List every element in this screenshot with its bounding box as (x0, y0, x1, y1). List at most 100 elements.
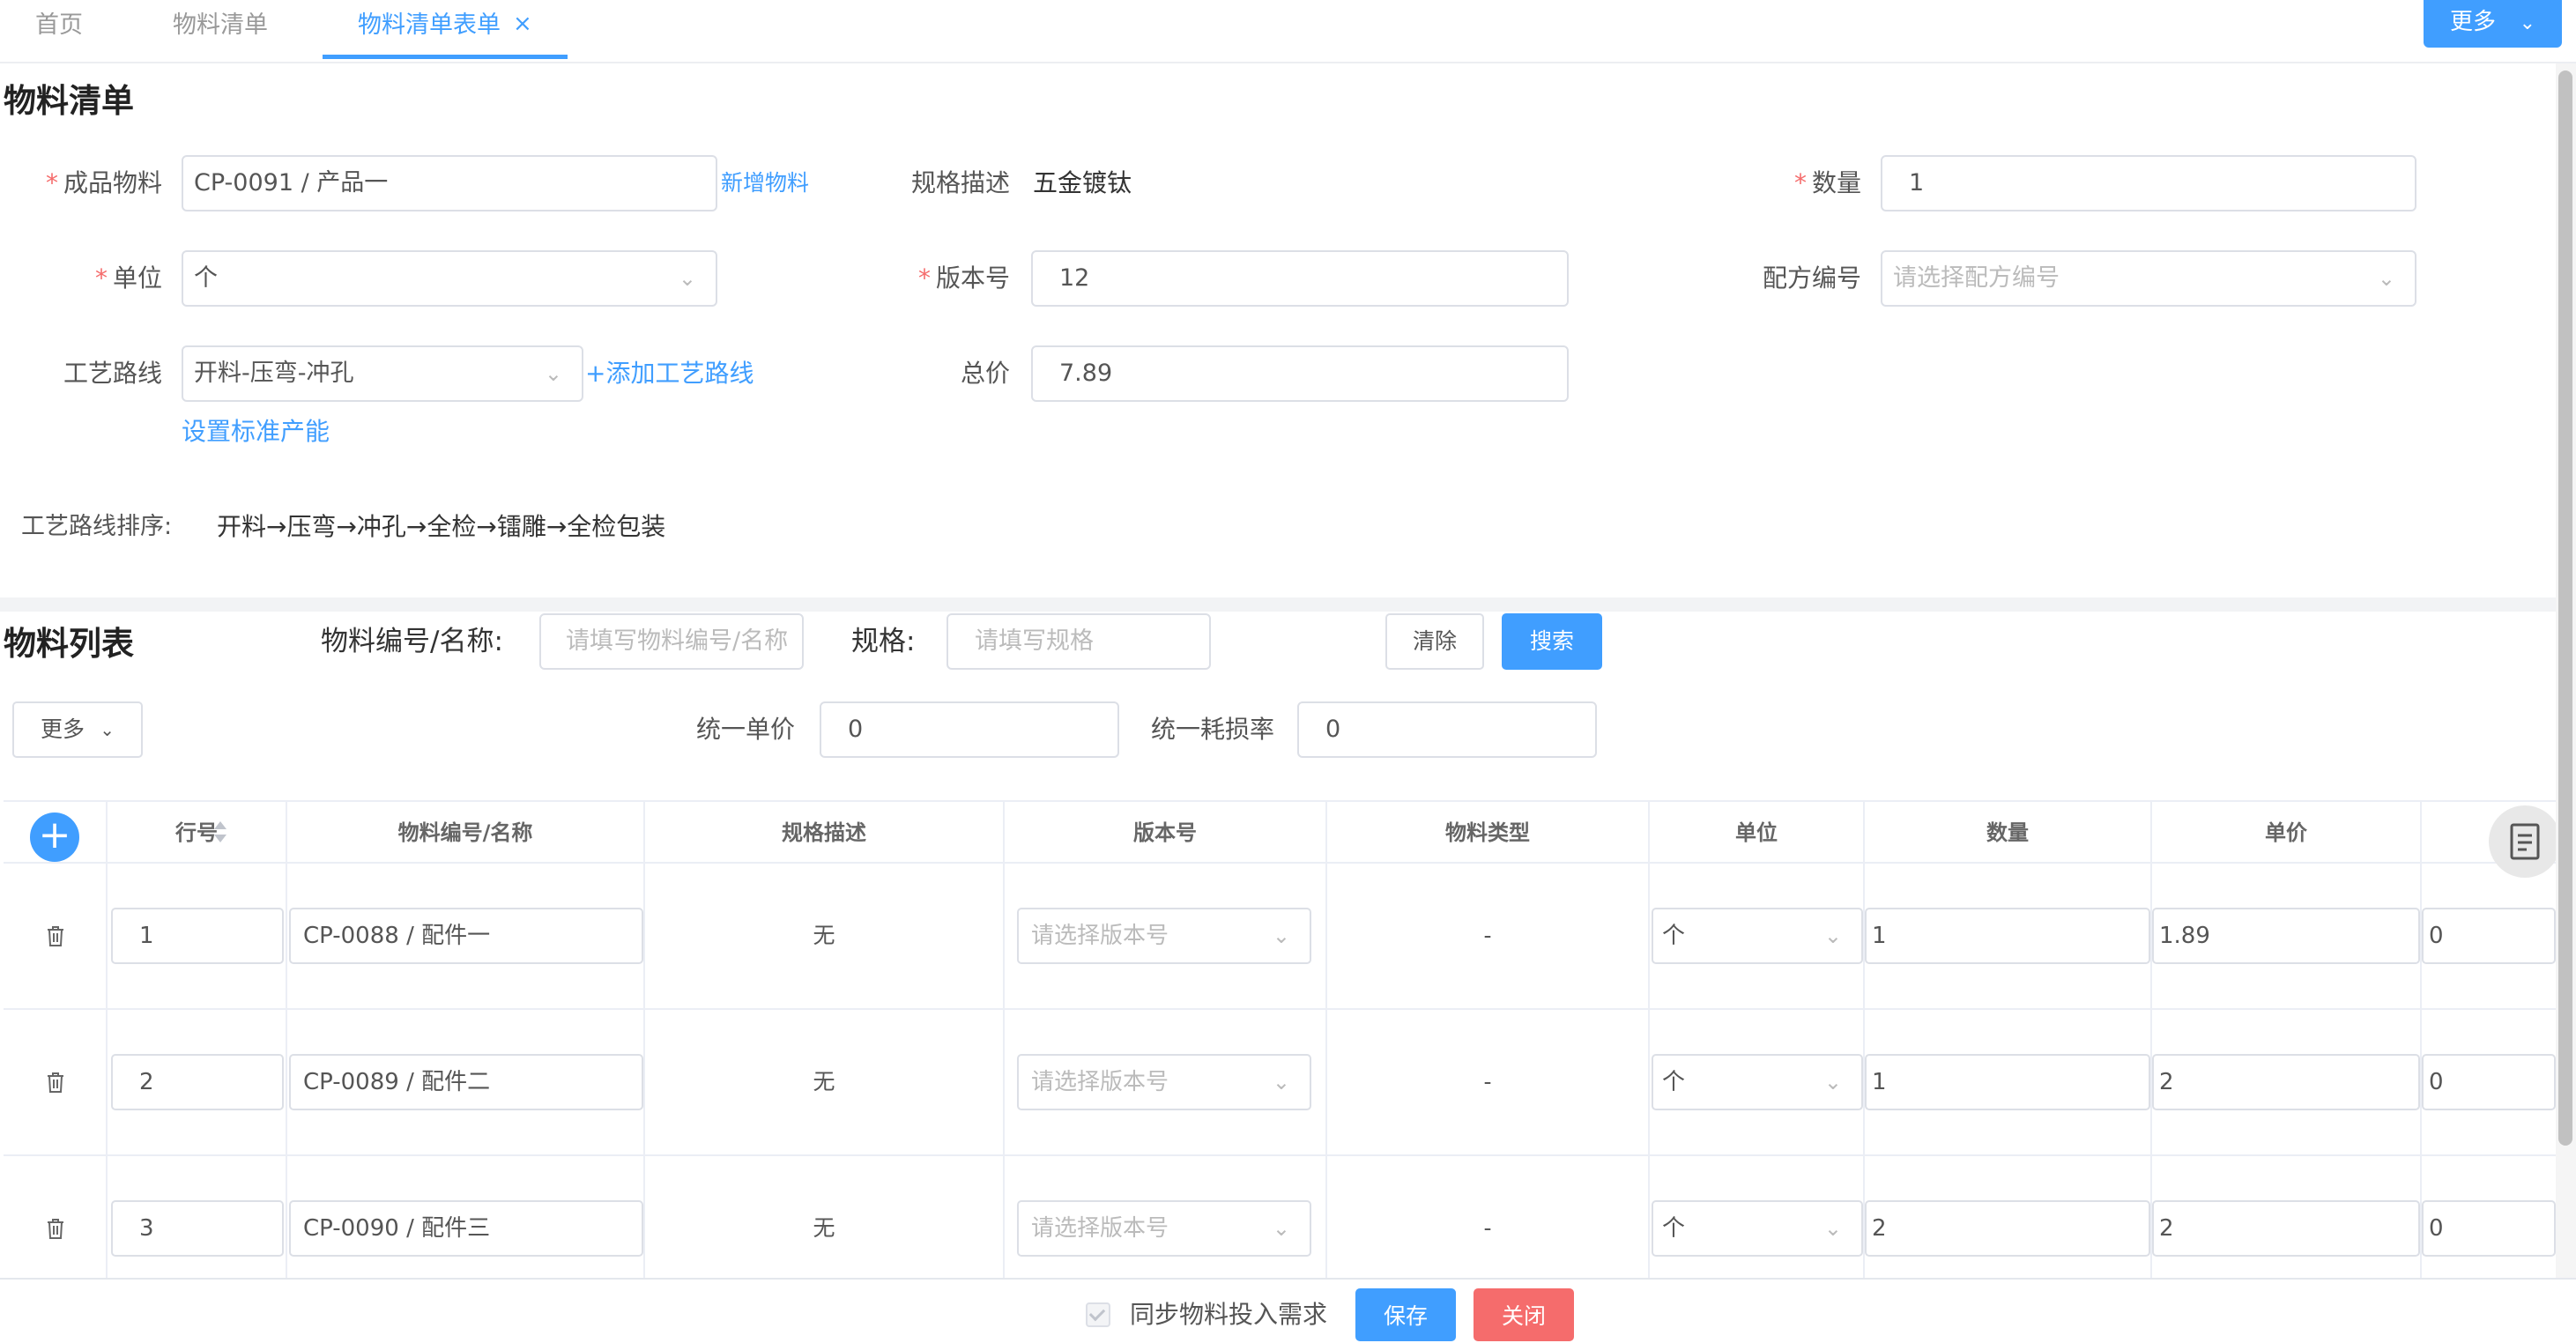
tab-bom-list[interactable]: 物料清单 (173, 0, 268, 63)
clear-button[interactable]: 清除 (1385, 613, 1484, 670)
search-button[interactable]: 搜索 (1502, 613, 1602, 670)
list-more-button[interactable]: 更多 ⌄ (12, 701, 143, 758)
extra-input[interactable]: 0 (2422, 1054, 2556, 1110)
trash-icon[interactable] (44, 1070, 67, 1094)
add-material-link[interactable]: 新增物料 (721, 157, 809, 210)
sync-label: 同步物料投入需求 (1130, 1300, 1328, 1329)
material-list-title: 物料列表 (4, 625, 134, 663)
header-qty: 数量 (1865, 802, 2152, 864)
trash-icon[interactable] (44, 924, 67, 948)
table-row: 1 CP-0088 / 配件一 无 请选择版本号 ⌄ - 个 ⌄ 1 1.89 … (4, 864, 2556, 1010)
trash-icon[interactable] (44, 1216, 67, 1241)
line-no-cell: 2 (108, 1010, 287, 1154)
spec-value: 无 (813, 923, 835, 948)
qty-input[interactable]: 1 (1865, 908, 2150, 964)
unit-select-value: 个 (1662, 923, 1686, 949)
unit-select[interactable]: 个 ⌄ (1652, 1054, 1863, 1110)
section-divider (0, 597, 2556, 612)
more-menu-label: 更多 (2450, 9, 2497, 35)
extra-input[interactable]: 0 (2422, 1200, 2556, 1257)
formula-select[interactable]: 请选择配方编号 ⌄ (1881, 250, 2416, 307)
table-header: 行号 物料编号/名称 规格描述 版本号 物料类型 单位 数量 单价 (4, 800, 2556, 864)
unit-select[interactable]: 个 ⌄ (1652, 1200, 1863, 1257)
route-select-value: 开料-压弯-冲孔 (194, 360, 354, 387)
active-tab-indicator (323, 55, 568, 59)
code-input[interactable]: CP-0088 / 配件一 (289, 908, 643, 964)
spec-value: 五金镀钛 (1033, 168, 1132, 197)
price-input[interactable]: 1.89 (2152, 908, 2420, 964)
sync-checkbox[interactable] (1086, 1302, 1110, 1327)
line-no-cell: 1 (108, 864, 287, 1008)
std-capacity-link[interactable]: 设置标准产能 (182, 405, 330, 458)
price-input[interactable]: 2 (2152, 1054, 2420, 1110)
version-select[interactable]: 请选择版本号 ⌄ (1017, 908, 1311, 964)
chevron-down-icon: ⌄ (1823, 1070, 1842, 1094)
version-select[interactable]: 请选择版本号 ⌄ (1017, 1054, 1311, 1110)
unit-cell: 个 ⌄ (1650, 864, 1865, 1008)
header-line-no[interactable]: 行号 (108, 802, 287, 864)
chevron-down-icon: ⌄ (1272, 1070, 1290, 1094)
tab-bar: 首页 物料清单 物料清单表单 × 更多 ⌄ (0, 0, 2576, 63)
row-action-cell (4, 864, 108, 1008)
version-label-text: 版本号 (935, 263, 1010, 293)
loss-rate-input[interactable]: 0 (1297, 701, 1597, 758)
product-label-text: 成品物料 (63, 168, 162, 197)
required-mark: * (917, 263, 931, 293)
required-mark: * (45, 168, 58, 197)
extra-input[interactable]: 0 (2422, 908, 2556, 964)
type-value: - (1483, 923, 1492, 948)
unit-select[interactable]: 个 ⌄ (1652, 908, 1863, 964)
version-select-placeholder: 请选择版本号 (1031, 1215, 1169, 1242)
unit-price-input[interactable]: 0 (820, 701, 1119, 758)
loss-rate-label: 统一耗损率 (1151, 715, 1275, 744)
version-input[interactable]: 12 (1031, 250, 1569, 307)
tab-bom-form-label: 物料清单表单 (358, 11, 501, 39)
qty-label: * 数量 (1727, 157, 1861, 210)
code-input[interactable]: CP-0089 / 配件二 (289, 1054, 643, 1110)
type-cell: - (1327, 1010, 1650, 1154)
price-input[interactable]: 2 (2152, 1200, 2420, 1257)
qty-input[interactable]: 1 (1881, 155, 2416, 211)
more-menu-button[interactable]: 更多 ⌄ (2424, 0, 2562, 48)
close-icon[interactable]: × (513, 11, 532, 37)
sort-icon[interactable] (212, 820, 229, 844)
close-button[interactable]: 关闭 (1474, 1288, 1574, 1341)
unit-select-value: 个 (1662, 1215, 1686, 1242)
search-spec-input[interactable]: 请填写规格 (947, 613, 1211, 670)
qty-input[interactable]: 1 (1865, 1054, 2150, 1110)
formula-select-placeholder: 请选择配方编号 (1893, 264, 2060, 292)
unit-select[interactable]: 个 ⌄ (182, 250, 717, 307)
spec-label: 规格描述 (910, 168, 1010, 197)
price-cell: 1.89 (2152, 864, 2422, 1008)
chevron-down-icon: ⌄ (100, 719, 115, 740)
header-code: 物料编号/名称 (287, 802, 645, 864)
product-input[interactable]: CP-0091 / 产品一 (182, 155, 717, 211)
product-label: * 成品物料 (0, 157, 162, 210)
formula-label: 配方编号 (1762, 263, 1861, 293)
column-settings-button[interactable] (2489, 805, 2561, 878)
chevron-down-icon: ⌄ (1272, 924, 1290, 948)
line-no-input[interactable]: 3 (111, 1200, 284, 1257)
version-select[interactable]: 请选择版本号 ⌄ (1017, 1200, 1311, 1257)
scrollbar-thumb[interactable] (2558, 70, 2572, 1146)
search-code-input[interactable]: 请填写物料编号/名称 (539, 613, 804, 670)
qty-input[interactable]: 2 (1865, 1200, 2150, 1257)
code-cell: CP-0089 / 配件二 (287, 1010, 645, 1154)
unit-cell: 个 ⌄ (1650, 1010, 1865, 1154)
tab-bom-list-label: 物料清单 (173, 11, 268, 39)
add-route-link[interactable]: +添加工艺路线 (585, 347, 753, 400)
chevron-down-icon: ⌄ (678, 266, 696, 291)
tab-home[interactable]: 首页 (35, 0, 83, 63)
line-no-input[interactable]: 2 (111, 1054, 284, 1110)
spec-cell: 无 (645, 864, 1005, 1008)
code-input[interactable]: CP-0090 / 配件三 (289, 1200, 643, 1257)
extra-cell: 0 (2422, 864, 2556, 1008)
route-order-label: 工艺路线排序: (21, 513, 173, 540)
route-select[interactable]: 开料-压弯-冲孔 ⌄ (182, 345, 583, 402)
chevron-down-icon: ⌄ (2377, 266, 2395, 291)
unit-price-label: 统一单价 (696, 715, 796, 744)
save-button[interactable]: 保存 (1355, 1288, 1456, 1341)
total-input[interactable]: 7.89 (1031, 345, 1569, 402)
add-row-button[interactable]: + (30, 812, 79, 862)
line-no-input[interactable]: 1 (111, 908, 284, 964)
